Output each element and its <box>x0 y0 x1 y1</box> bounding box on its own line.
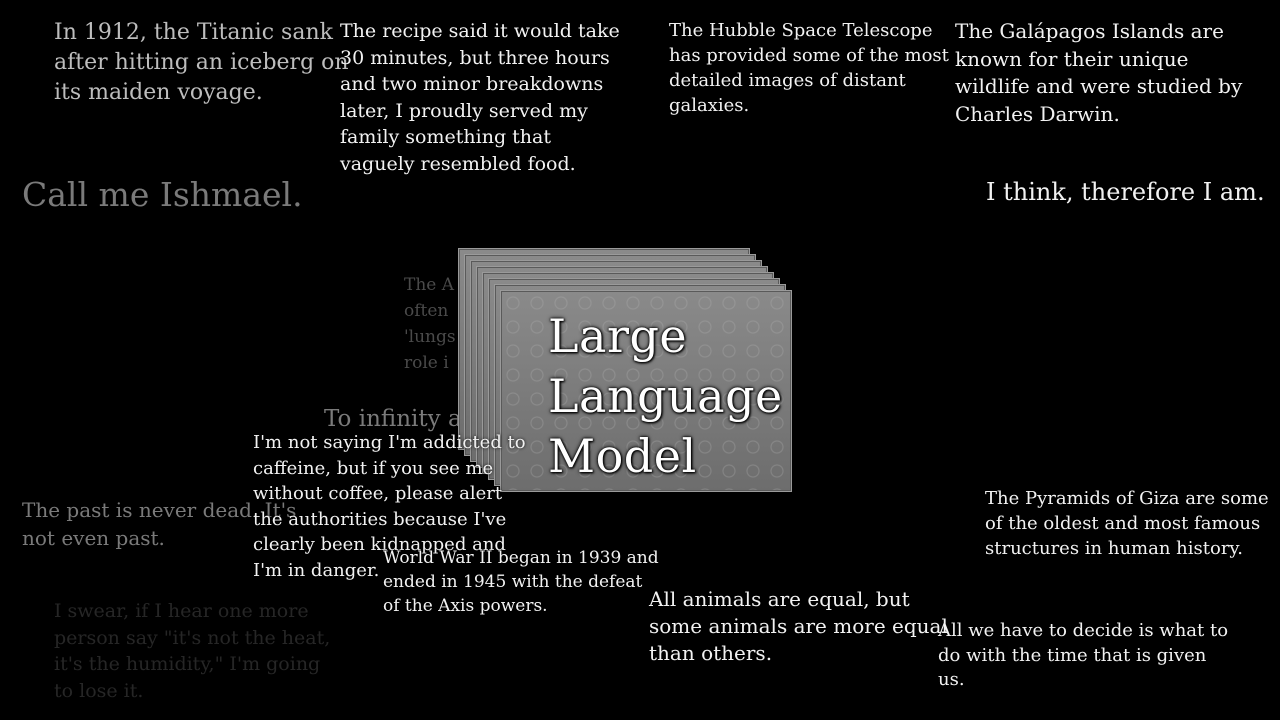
snippet-descartes: I think, therefore I am. <box>986 178 1265 206</box>
snippet-tolkien: All we have to decide is what to do with… <box>938 620 1229 690</box>
snippet-pyramids: The Pyramids of Giza are some of the old… <box>985 488 1269 559</box>
snippet-hubble: The Hubble Space Telescope has provided … <box>669 20 949 116</box>
snippet-amazon-partial: The A often 'lungs role i <box>404 275 456 373</box>
snippet-ishmael: Call me Ishmael. <box>22 175 303 214</box>
snippet-humidity: I swear, if I hear one more person say "… <box>54 600 331 702</box>
snippet-recipe: The recipe said it would take 30 minutes… <box>340 20 620 175</box>
snippet-orwell: All animals are equal, but some animals … <box>649 587 948 665</box>
model-title: Large Language Model <box>548 309 783 483</box>
snippet-ww2: World War II began in 1939 and ended in … <box>383 548 659 616</box>
llm-diagram-canvas: In 1912, the Titanic sank after hitting … <box>0 0 1280 720</box>
snippet-titanic: In 1912, the Titanic sank after hitting … <box>54 20 349 105</box>
snippet-galapagos: The Galápagos Islands are known for thei… <box>955 19 1243 126</box>
